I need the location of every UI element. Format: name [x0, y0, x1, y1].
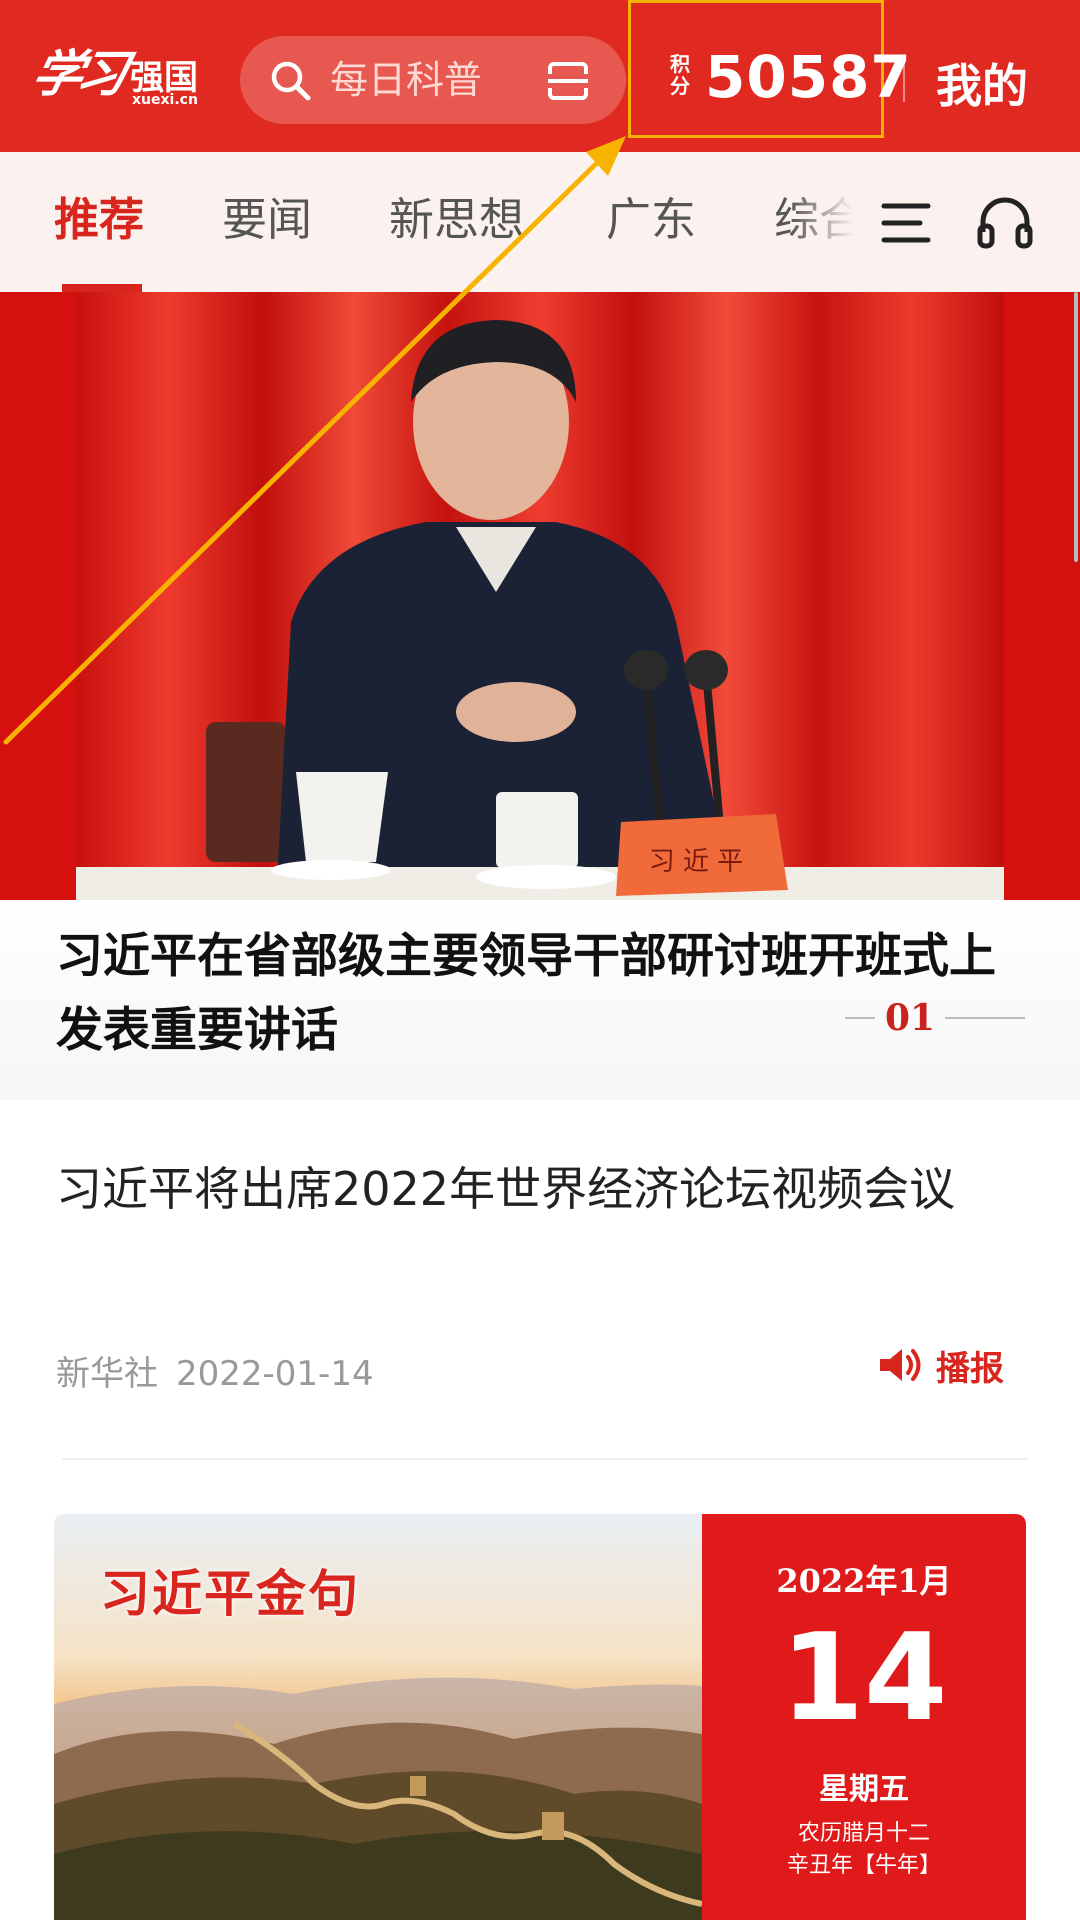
date-weekday: 星期五: [819, 1772, 909, 1807]
broadcast-label: 播报: [936, 1348, 1004, 1389]
logo-script: 学习: [26, 44, 128, 103]
article-meta: 新华社 2022-01-14: [56, 1346, 374, 1395]
points-box[interactable]: 积分 50587: [628, 0, 911, 138]
tab-news[interactable]: 要闻: [222, 190, 312, 250]
index-line-left: [845, 1017, 875, 1019]
date-panel: 2022年1月 14 星期五 农历腊月十二 辛丑年【牛年】: [702, 1514, 1026, 1920]
article-title[interactable]: 习近平将出席2022年世界经济论坛视频会议: [56, 1150, 1016, 1228]
news-list-item[interactable]: 习近平将出席2022年世界经济论坛视频会议 新华社 2022-01-14 播报: [0, 1100, 1080, 1460]
list-divider: [62, 1458, 1028, 1460]
scan-icon[interactable]: [546, 60, 590, 102]
search-bar[interactable]: 每日科普: [240, 36, 626, 124]
points-label: 积分: [670, 52, 690, 98]
headline-title[interactable]: 习近平在省部级主要领导干部研讨班开班式上发表重要讲话: [56, 920, 1036, 1068]
active-tab-indicator: [62, 284, 142, 292]
carousel-index: 01: [845, 997, 1025, 1039]
channel-tab-bar: 推荐 要闻 新思想 广东 综合: [0, 152, 1080, 292]
carousel-index-number: 01: [885, 997, 936, 1039]
scrollbar[interactable]: [1074, 292, 1078, 562]
tab-fade: [790, 152, 880, 292]
nameplate-text: 习 近 平: [649, 847, 744, 877]
tab-recommend[interactable]: 推荐: [54, 190, 144, 250]
search-placeholder: 每日科普: [330, 58, 483, 102]
article-date: 2022-01-14: [176, 1354, 374, 1394]
logo-domain: xuexi.cn: [132, 92, 198, 108]
date-year-month: 2022年1月: [776, 1562, 952, 1600]
xuexi-logo[interactable]: 学习 强国 xuexi.cn: [27, 28, 204, 118]
header-divider: [903, 54, 905, 102]
headphones-icon[interactable]: [976, 194, 1034, 250]
search-icon: [271, 61, 311, 101]
tab-new-thought[interactable]: 新思想: [389, 190, 524, 250]
menu-icon[interactable]: [880, 200, 932, 246]
broadcast-button[interactable]: 播报: [878, 1340, 1004, 1390]
article-source: 新华社: [56, 1354, 158, 1394]
lunar-date: 农历腊月十二: [797, 1821, 930, 1846]
date-lunar: 农历腊月十二 辛丑年【牛年】: [702, 1818, 1026, 1882]
speaker-icon: [880, 1349, 921, 1381]
top-header: 学习 强国 xuexi.cn 每日科普 积分 50587 我的: [0, 0, 1080, 152]
headline-section[interactable]: 习近平在省部级主要领导干部研讨班开班式上发表重要讲话 01: [0, 900, 1080, 1100]
points-value: 50587: [705, 43, 912, 111]
lunar-year: 辛丑年【牛年】: [786, 1853, 941, 1878]
date-day: 14: [780, 1609, 948, 1748]
hero-banner[interactable]: 习 近 平: [0, 292, 1080, 900]
quote-card-title: 习近平金句: [100, 1564, 360, 1623]
mine-button[interactable]: 我的: [936, 50, 1028, 116]
index-line-right: [945, 1017, 1025, 1019]
tab-guangdong[interactable]: 广东: [606, 190, 696, 250]
hero-photo: 习 近 平: [76, 292, 1004, 900]
quote-card[interactable]: 习近平金句 2022年1月 14 星期五 农历腊月十二 辛丑年【牛年】: [54, 1514, 1026, 1920]
